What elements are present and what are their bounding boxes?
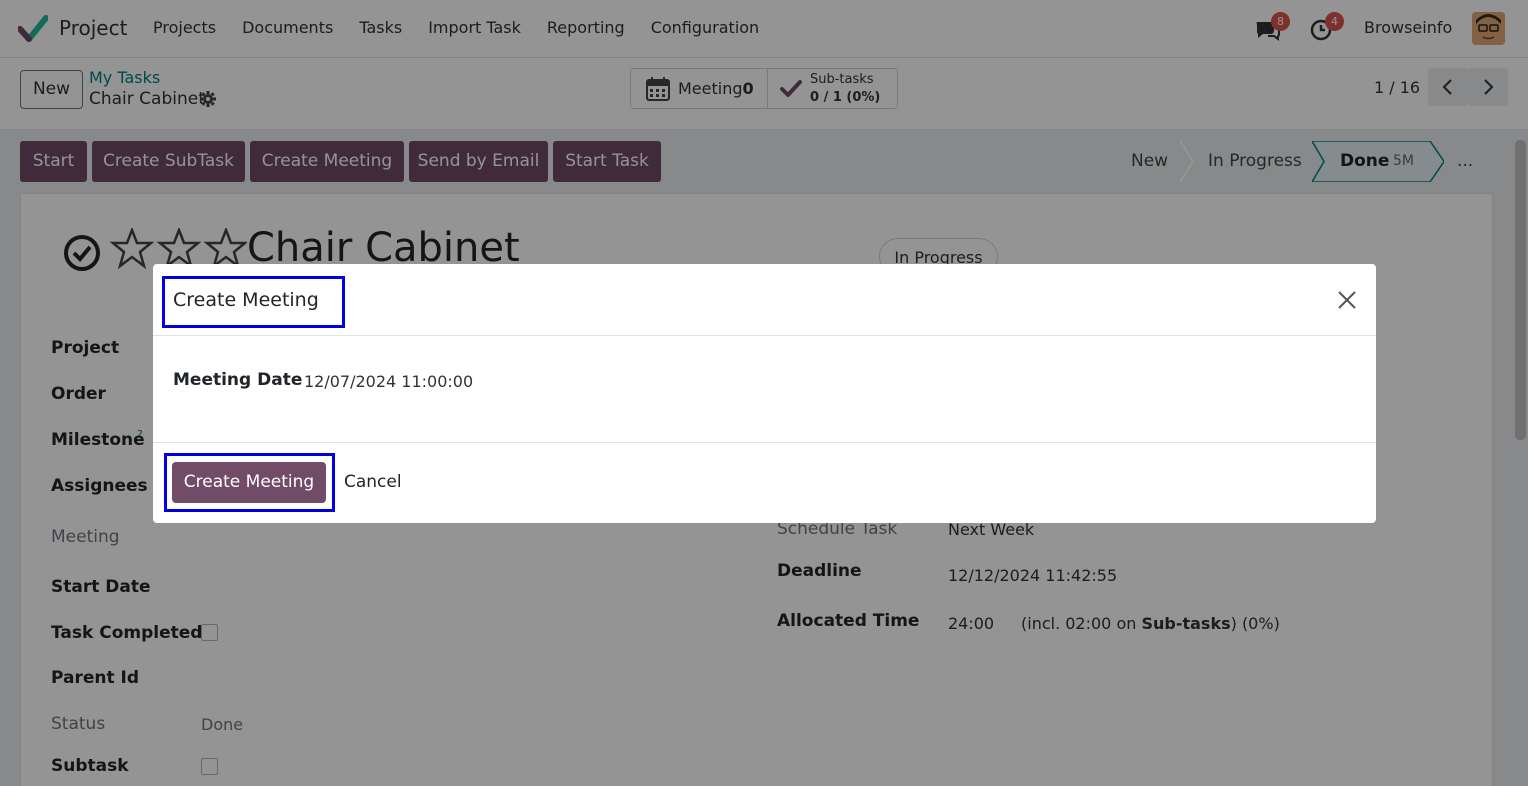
close-icon[interactable]: [1337, 290, 1357, 310]
create-meeting-button[interactable]: Create Meeting: [172, 462, 326, 503]
meeting-date-label: Meeting Date: [173, 370, 303, 390]
create-meeting-dialog: Create Meeting Meeting Date 12/07/2024 1…: [153, 264, 1376, 523]
dialog-body: Meeting Date 12/07/2024 11:00:00: [153, 336, 1376, 443]
meeting-date-input[interactable]: 12/07/2024 11:00:00: [304, 372, 473, 391]
cancel-button[interactable]: Cancel: [344, 472, 402, 492]
dialog-header: Create Meeting: [153, 264, 1376, 336]
highlight-box-title: [162, 276, 345, 328]
